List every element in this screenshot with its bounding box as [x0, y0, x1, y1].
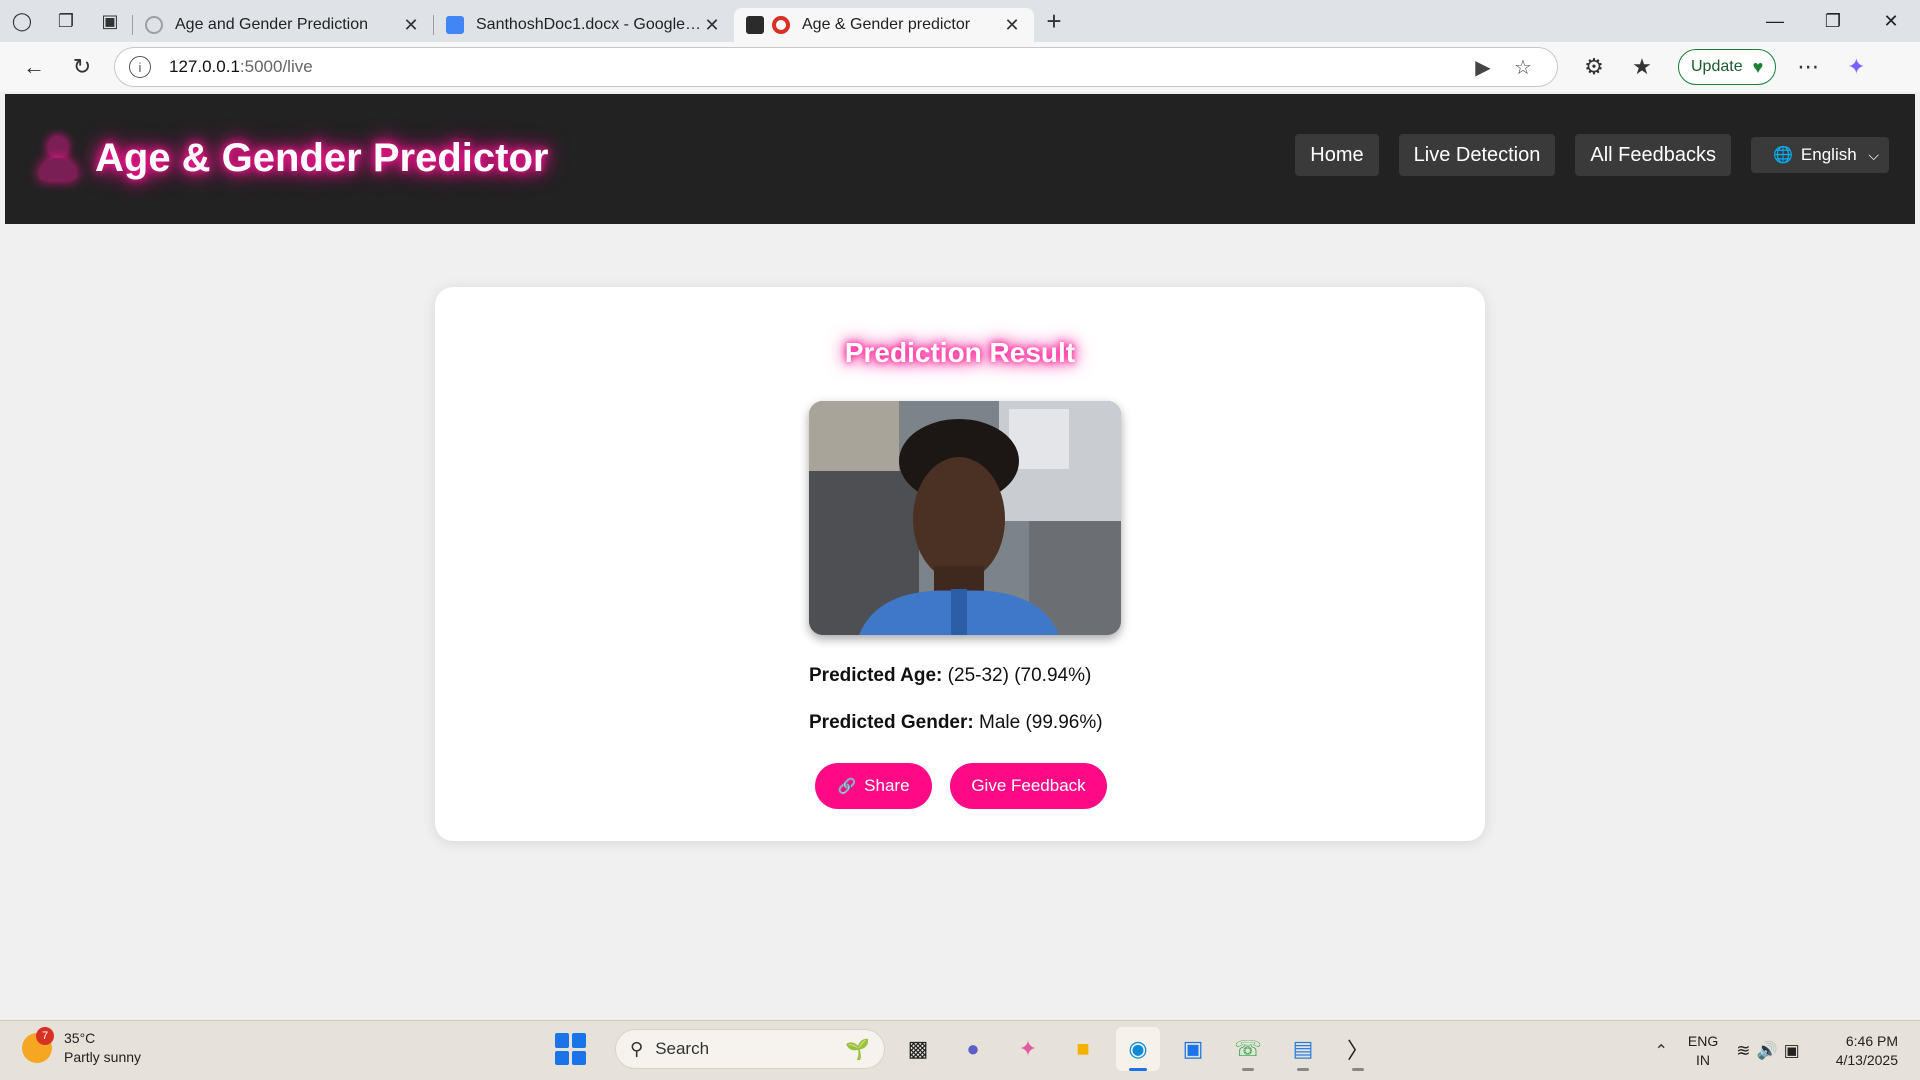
url-host: 127.0.0.1 — [169, 57, 240, 76]
predicted-age-label: Predicted Age: — [809, 665, 943, 686]
browser-tab-strip: ◯ ❐ ▣ Age and Gender Prediction ✕ Santho… — [0, 0, 1920, 42]
nav-all-feedbacks-button[interactable]: All Feedbacks — [1575, 134, 1731, 176]
close-tab-icon[interactable]: ✕ — [401, 15, 421, 36]
chevron-down-icon: ⌵ — [1868, 146, 1879, 163]
user-avatar-icon — [37, 136, 77, 182]
clock-date: 4/13/2025 — [1835, 1052, 1898, 1068]
edge-browser-icon[interactable]: ◉ — [1116, 1027, 1160, 1071]
recording-icon — [772, 16, 790, 34]
url-path: :5000/live — [239, 57, 313, 76]
terminal-icon[interactable]: 〉 — [1336, 1027, 1380, 1071]
share-button[interactable]: 🔗 Share — [815, 763, 932, 809]
weather-description: Partly sunny — [64, 1049, 142, 1065]
docs-favicon-icon — [446, 16, 464, 34]
extensions-icon[interactable]: ⚙ — [1570, 47, 1618, 87]
tab-age-gender-prediction[interactable]: Age and Gender Prediction ✕ — [133, 8, 433, 42]
search-placeholder: Search — [655, 1039, 710, 1058]
restore-icon[interactable]: ❐ — [1804, 0, 1862, 42]
update-label: Update — [1691, 58, 1743, 75]
wifi-volume-battery-icons[interactable]: ≋🔊▣ — [1736, 1041, 1805, 1061]
nav-links: Home Live Detection All Feedbacks 🌐 Engl… — [1275, 134, 1889, 176]
close-tab-icon[interactable]: ✕ — [702, 15, 722, 36]
back-icon[interactable]: ← — [10, 47, 58, 87]
close-tab-icon[interactable]: ✕ — [1002, 15, 1022, 36]
weather-widget[interactable]: 7 35°C Partly sunny — [22, 1027, 142, 1067]
tab-actions-icon[interactable]: ▣ — [88, 0, 132, 42]
new-tab-button[interactable]: + — [1034, 0, 1074, 42]
clock-time: 6:46 PM — [1845, 1033, 1898, 1049]
search-highlight-icon: 🌱 — [845, 1038, 870, 1061]
window-controls: — ❐ ✕ — [1746, 0, 1920, 42]
language-select[interactable]: 🌐 English ⌵ — [1751, 137, 1889, 173]
address-bar[interactable]: i 127.0.0.1:5000/live ▶ ☆ — [114, 47, 1558, 87]
input-language[interactable]: ENG IN — [1688, 1032, 1718, 1070]
predicted-gender-value: Male (99.96%) — [979, 712, 1103, 733]
favorite-star-icon[interactable]: ☆ — [1503, 55, 1543, 80]
workspaces-icon[interactable]: ❐ — [44, 0, 88, 42]
heartbeat-icon: ♥ — [1752, 56, 1764, 77]
terminal-favicon-icon — [746, 16, 764, 34]
tab-google-docs[interactable]: SanthoshDoc1.docx - Google Docs ✕ — [434, 8, 734, 42]
captured-face-image — [809, 401, 1121, 635]
give-feedback-label: Give Feedback — [971, 776, 1086, 795]
reload-icon[interactable]: ↻ — [58, 47, 106, 87]
profile-icon[interactable]: ◯ — [0, 0, 44, 42]
predicted-gender-label: Predicted Gender: — [809, 712, 974, 733]
minimize-icon[interactable]: — — [1746, 0, 1804, 42]
nav-home-button[interactable]: Home — [1295, 134, 1379, 176]
globe-icon: 🌐 — [1773, 147, 1793, 164]
temperature: 35°C — [64, 1030, 96, 1046]
nav-live-detection-button[interactable]: Live Detection — [1398, 134, 1556, 176]
link-icon: 🔗 — [837, 778, 857, 795]
windows-taskbar: 7 35°C Partly sunny ⚲ Search 🌱 ▩ ● ✦ ■ ◉… — [0, 1020, 1920, 1080]
result-title: Prediction Result — [844, 337, 1076, 368]
close-window-icon[interactable]: ✕ — [1862, 0, 1920, 42]
browser-toolbar: ← ↻ i 127.0.0.1:5000/live ▶ ☆ ⚙ ★ Update… — [0, 42, 1920, 92]
tab-title: SanthoshDoc1.docx - Google Docs — [476, 16, 702, 33]
show-hidden-icons-icon[interactable]: ⌃ — [1654, 1041, 1667, 1061]
site-navbar: Age & Gender Predictor Home Live Detecti… — [5, 94, 1915, 224]
file-explorer-icon[interactable]: ■ — [1061, 1027, 1105, 1071]
windows-start-icon[interactable] — [555, 1033, 587, 1065]
predicted-age: Predicted Age: (25-32) (70.94%) — [809, 665, 1091, 687]
notepad-icon[interactable]: ▤ — [1281, 1027, 1325, 1071]
language-value: English — [1800, 145, 1857, 164]
taskbar-apps: ⚲ Search 🌱 ▩ ● ✦ ■ ◉ ▣ ☏ ▤ 〉 — [555, 1027, 1380, 1071]
system-tray: ⌃ ENG IN ≋🔊▣ 6:46 PM 4/13/2025 — [1654, 1021, 1920, 1080]
more-options-icon[interactable]: ⋯ — [1784, 47, 1832, 87]
taskbar-search[interactable]: ⚲ Search 🌱 — [615, 1029, 885, 1069]
clock[interactable]: 6:46 PM 4/13/2025 — [1836, 1032, 1898, 1070]
favorites-icon[interactable]: ★ — [1618, 47, 1666, 87]
tab-title: Age and Gender Prediction — [175, 16, 369, 33]
globe-favicon-icon — [145, 16, 163, 34]
copilot-icon[interactable]: ✦ — [1832, 47, 1880, 87]
search-icon: ⚲ — [630, 1038, 644, 1059]
teams-icon[interactable]: ● — [951, 1027, 995, 1071]
site-brand-title[interactable]: Age & Gender Predictor — [95, 136, 548, 181]
site-info-icon[interactable]: i — [129, 56, 151, 78]
tab-age-gender-predictor[interactable]: Age & Gender predictor ✕ — [734, 8, 1034, 42]
task-view-icon[interactable]: ▩ — [896, 1027, 940, 1071]
update-button[interactable]: Update ♥ — [1678, 49, 1777, 85]
copilot-app-icon[interactable]: ✦ — [1006, 1027, 1050, 1071]
whatsapp-icon[interactable]: ☏ — [1226, 1027, 1270, 1071]
web-page: Age & Gender Predictor Home Live Detecti… — [5, 94, 1915, 1018]
microsoft-store-icon[interactable]: ▣ — [1171, 1027, 1215, 1071]
share-label: Share — [864, 776, 910, 795]
partly-sunny-icon: 7 — [22, 1027, 54, 1063]
url-text[interactable]: 127.0.0.1:5000/live — [169, 57, 1463, 77]
notification-badge: 7 — [36, 1027, 54, 1045]
predicted-gender: Predicted Gender: Male (99.96%) — [809, 712, 1103, 734]
result-card: Prediction Result Predicted Age: (25-32)… — [435, 287, 1485, 841]
give-feedback-button[interactable]: Give Feedback — [950, 763, 1107, 809]
tab-title: Age & Gender predictor — [802, 16, 971, 33]
camera-icon[interactable]: ▶ — [1463, 55, 1503, 80]
predicted-age-value: (25-32) (70.94%) — [947, 665, 1092, 686]
